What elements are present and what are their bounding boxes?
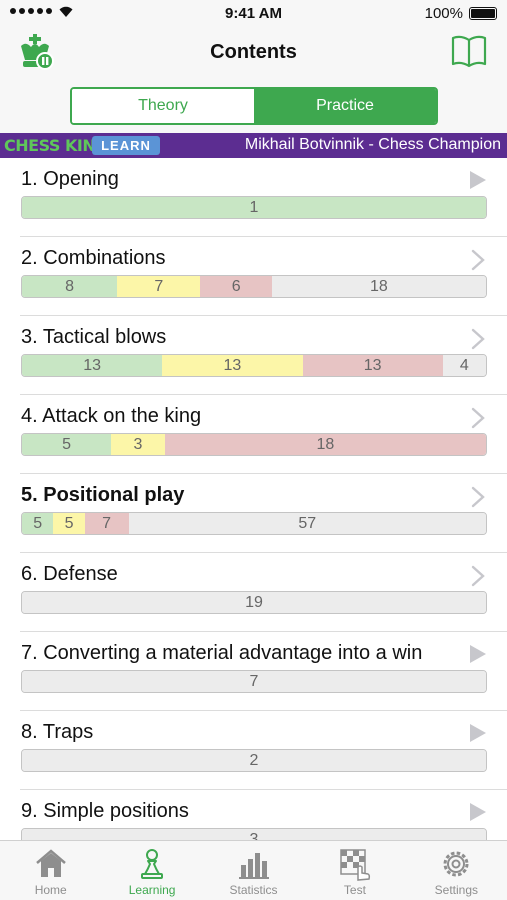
- tab-test[interactable]: Test: [304, 841, 405, 900]
- tab-statistics[interactable]: Statistics: [203, 841, 304, 900]
- chapter-title: 9. Simple positions: [21, 800, 189, 822]
- progress-segment-solved: 13: [22, 355, 163, 376]
- progress-segment-failed: 7: [84, 513, 129, 534]
- chapter-row[interactable]: 8. Traps 2: [0, 711, 507, 790]
- chapter-title: 4. Attack on the king: [21, 405, 202, 427]
- progress-bar: 13 13 13 4: [21, 354, 487, 377]
- battery-icon: [469, 7, 497, 20]
- progress-segment-failed: 18: [164, 434, 486, 455]
- chevron-right-icon: [471, 328, 485, 350]
- chapter-title: 3. Tactical blows: [21, 326, 167, 348]
- segment-practice[interactable]: Practice: [254, 89, 436, 123]
- progress-bar: 7: [21, 670, 487, 693]
- book-icon[interactable]: [451, 34, 487, 68]
- tab-bar: Home Learning Statistics Test Settings: [0, 840, 507, 900]
- progress-segment-unsolved: 19: [22, 592, 486, 613]
- chessboard-hand-icon: [340, 849, 370, 881]
- progress-segment-unsolved: 2: [22, 750, 486, 771]
- home-icon: [35, 849, 66, 877]
- play-icon: [470, 803, 486, 821]
- tab-learning[interactable]: Learning: [101, 841, 202, 900]
- chapter-row[interactable]: 1. Opening 1: [0, 158, 507, 237]
- progress-bar: 1: [21, 196, 487, 219]
- gear-icon: [443, 851, 469, 877]
- segment-theory[interactable]: Theory: [72, 89, 254, 123]
- chapter-row[interactable]: 9. Simple positions 3: [0, 790, 507, 840]
- progress-bar: 5 5 7 57: [21, 512, 487, 535]
- page-title: Contents: [210, 41, 297, 63]
- tab-label: Learning: [128, 883, 176, 897]
- chapter-title: 7. Converting a material advantage into …: [21, 642, 423, 664]
- tab-label: Test: [343, 883, 366, 897]
- progress-segment-partial: 7: [117, 276, 201, 297]
- chapter-title: 8. Traps: [21, 721, 94, 743]
- chapter-row[interactable]: 7. Converting a material advantage into …: [0, 632, 507, 711]
- progress-segment-unsolved: 18: [271, 276, 486, 297]
- progress-segment-solved: 5: [22, 513, 54, 534]
- progress-segment-partial: 3: [111, 434, 165, 455]
- chapter-row[interactable]: 6. Defense 19: [0, 553, 507, 632]
- tab-label: Statistics: [229, 883, 278, 897]
- course-title: Mikhail Botvinnik - Chess Champion: [244, 136, 501, 153]
- chevron-right-icon: [471, 486, 485, 508]
- progress-segment-failed: 13: [302, 355, 443, 376]
- pawn-icon: [141, 849, 164, 879]
- progress-segment-unsolved: 7: [22, 671, 486, 692]
- progress-segment-partial: 5: [53, 513, 85, 534]
- chapter-row[interactable]: 4. Attack on the king 5 3 18: [0, 395, 507, 474]
- chevron-right-icon: [471, 407, 485, 429]
- bar-chart-icon: [238, 853, 269, 879]
- progress-bar: 2: [21, 749, 487, 772]
- progress-segment-failed: 6: [200, 276, 272, 297]
- progress-segment-unsolved: 57: [128, 513, 486, 534]
- tab-settings[interactable]: Settings: [406, 841, 507, 900]
- chapter-row[interactable]: 2. Combinations 8 7 6 18: [0, 237, 507, 316]
- progress-segment-unsolved: 4: [442, 355, 486, 376]
- course-banner: CHESS KING LEARN Mikhail Botvinnik - Che…: [0, 133, 507, 158]
- progress-segment-unsolved: 3: [22, 829, 486, 840]
- chapter-row[interactable]: 5. Positional play 5 5 7 57: [0, 474, 507, 553]
- progress-segment-solved: 5: [22, 434, 112, 455]
- chapter-list[interactable]: 1. Opening 1 2. Combinations 8 7 6 18 3. Tactic…: [0, 158, 507, 840]
- chapter-title: 1. Opening: [21, 168, 119, 190]
- progress-bar: 3: [21, 828, 487, 840]
- progress-segment-solved: 8: [22, 276, 118, 297]
- chapter-title: 2. Combinations: [21, 247, 166, 269]
- battery-percentage: 100%: [424, 5, 463, 22]
- tab-label: Home: [34, 883, 67, 897]
- progress-bar: 8 7 6 18: [21, 275, 487, 298]
- chapter-row[interactable]: 3. Tactical blows 13 13 13 4: [0, 316, 507, 395]
- chevron-right-icon: [471, 249, 485, 271]
- theory-practice-segmented-control: Theory Practice: [70, 87, 438, 125]
- chevron-right-icon: [471, 565, 485, 587]
- mode-switch-area: Theory Practice: [0, 80, 507, 133]
- tab-label: Settings: [434, 883, 478, 897]
- learn-badge: LEARN: [92, 136, 160, 155]
- progress-segment-partial: 13: [162, 355, 303, 376]
- play-icon: [470, 171, 486, 189]
- progress-bar: 19: [21, 591, 487, 614]
- play-icon: [470, 724, 486, 742]
- chapter-title: 5. Positional play: [21, 484, 185, 506]
- tab-home[interactable]: Home: [0, 841, 101, 900]
- navigation-bar: Contents: [0, 28, 507, 80]
- progress-segment-solved: 1: [22, 197, 486, 218]
- play-icon: [470, 645, 486, 663]
- progress-bar: 5 3 18: [21, 433, 487, 456]
- chapter-title: 6. Defense: [21, 563, 118, 585]
- status-bar: 9:41 AM 100%: [0, 0, 507, 28]
